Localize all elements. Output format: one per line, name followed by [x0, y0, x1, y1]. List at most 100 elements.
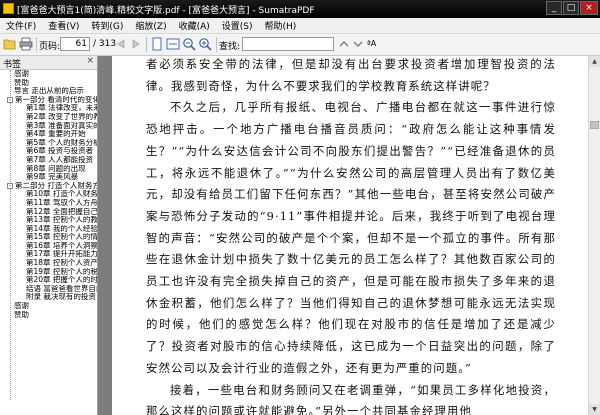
- document-view[interactable]: 者必须系安全带的法律，但是却没有出台要求投资者增加理智投资的法律。我感到奇怪，为…: [98, 56, 600, 415]
- close-button[interactable]: ×: [580, 1, 598, 15]
- bookmark-label: 第17章 提升开拓能力: [26, 250, 97, 259]
- bookmark-label: 第13章 控制个人的教育: [26, 216, 97, 225]
- bookmark-label: 第6章 投资与投资者: [26, 147, 94, 156]
- bookmark-label: 第15章 控制个人的情感: [26, 233, 97, 242]
- bookmark-label: 赞助: [14, 310, 29, 319]
- page-text: 者必须系安全带的法律，但是却没有出台要求投资者增加理智投资的法律。我感到奇怪，为…: [146, 56, 556, 415]
- minimize-button[interactable]: _: [546, 1, 562, 15]
- sidebar-title: 书签: [3, 60, 22, 70]
- bookmark-item[interactable]: 第9章 完美风暴: [0, 173, 97, 182]
- scroll-up-arrow-icon[interactable]: ▲: [589, 56, 600, 67]
- bookmark-label: 第二部分 打造个人财务方舟: [15, 181, 97, 190]
- print-icon[interactable]: [19, 37, 33, 51]
- vertical-scrollbar[interactable]: ▲ ▼: [588, 56, 600, 415]
- bookmark-item[interactable]: 感谢: [0, 302, 97, 311]
- bookmark-label: 第18章 控制个人资产: [26, 259, 97, 268]
- bookmark-item[interactable]: 结语 富爸爸看世界自由: [0, 285, 97, 294]
- bookmark-label: 第19章 控制个人的税务: [26, 267, 97, 276]
- bookmark-item[interactable]: 第13章 控制个人的教育: [0, 216, 97, 225]
- bookmark-item[interactable]: 第1章 法律改变，未来亦会改变: [0, 104, 97, 113]
- bookmark-label: 第3章 准备面对真实的退休生活: [26, 121, 97, 130]
- bookmark-label: 第11章 驾驭个人方舟: [26, 198, 97, 207]
- bookmark-item[interactable]: 导言 走出从前的启示: [0, 87, 97, 96]
- menu-favorites[interactable]: 收藏(A): [173, 19, 216, 32]
- bookmark-item[interactable]: 附录 裁决现有的投资: [0, 293, 97, 302]
- bookmark-item[interactable]: 赞助: [0, 79, 97, 88]
- bookmark-item[interactable]: 第2章 改变了世界的养老金计划: [0, 113, 97, 122]
- bookmark-item[interactable]: 第8章 问题的出现: [0, 165, 97, 174]
- bookmark-item[interactable]: 第6章 投资与投资者: [0, 147, 97, 156]
- fit-width-icon[interactable]: [166, 37, 180, 51]
- bookmark-label: 第8章 问题的出现: [26, 164, 86, 173]
- bookmark-label: 第12章 全面把握自己的未来: [26, 207, 97, 216]
- find-next-icon[interactable]: [351, 37, 365, 51]
- bookmark-item[interactable]: 第12章 全面把握自己的未来: [0, 208, 97, 217]
- page-label: 页码:: [39, 42, 61, 52]
- paragraph: 不久之后，几乎所有报纸、电视台、广播电台都在就这一事件进行惊恐地抨击。一个地方广…: [146, 100, 556, 375]
- bookmark-item[interactable]: 第4章 重要的开始: [0, 130, 97, 139]
- menu-zoom[interactable]: 缩放(Z): [129, 19, 172, 32]
- page-total: / 313: [93, 39, 117, 49]
- bookmark-item[interactable]: 第18章 控制个人资产: [0, 259, 97, 268]
- collapse-toggle-icon[interactable]: -: [7, 96, 13, 103]
- previous-page-icon[interactable]: [114, 37, 128, 51]
- bookmark-item[interactable]: 第17章 提升开拓能力: [0, 250, 97, 259]
- bookmark-item[interactable]: -第二部分 打造个人财务方舟: [0, 182, 97, 191]
- bookmark-item[interactable]: 第11章 驾驭个人方舟: [0, 199, 97, 208]
- menu-goto[interactable]: 转到(G): [85, 19, 129, 32]
- search-label: 查找:: [219, 42, 241, 52]
- bookmark-label: 第4章 重要的开始: [26, 130, 86, 139]
- fit-page-icon[interactable]: [150, 37, 164, 51]
- bookmark-item[interactable]: 第15章 控制个人的情感: [0, 233, 97, 242]
- bookmark-label: 第10章 打造个人财务方舟: [26, 190, 97, 199]
- bookmark-label: 感谢: [14, 302, 29, 311]
- page-number-input[interactable]: [60, 37, 90, 51]
- toolbar: 页码: / 313 查找: ªA: [0, 34, 600, 56]
- bookmarks-sidebar: 书签 × 感谢 赞助 导言 走出从前的启示 - 第一部分 看清时代的变化 第1章 法律改变…: [0, 56, 98, 415]
- bookmark-label: 第9章 完美风暴: [26, 173, 79, 182]
- scroll-thumb[interactable]: [590, 121, 599, 129]
- open-folder-icon[interactable]: [3, 37, 17, 51]
- zoom-in-icon[interactable]: [198, 37, 212, 51]
- bookmark-item[interactable]: 第19章 控制个人的税务: [0, 268, 97, 277]
- bookmark-item[interactable]: 赞助: [0, 311, 97, 320]
- menu-help[interactable]: 帮助(H): [259, 19, 303, 32]
- paragraph: 接着，一些电台和财务顾问又在老调重弹，“如果员工多样化地投资，那么这样的问题或许…: [146, 382, 556, 415]
- bookmark-item[interactable]: 第7章 人人都能投资: [0, 156, 97, 165]
- bookmark-label: 第14章 我的个人经验: [26, 224, 97, 233]
- bookmark-item[interactable]: 第10章 打造个人财务方舟: [0, 190, 97, 199]
- bookmark-item[interactable]: 第20章 把握个人的时间: [0, 276, 97, 285]
- match-case-icon[interactable]: ªA: [367, 39, 376, 48]
- menu-view[interactable]: 查看(V): [42, 19, 85, 32]
- bookmark-label: 附录 裁决现有的投资: [26, 293, 96, 302]
- bookmark-item[interactable]: 第14章 我的个人经验: [0, 225, 97, 234]
- bookmark-item[interactable]: 第16章 培养个人洞察力: [0, 242, 97, 251]
- paragraph: 者必须系安全带的法律，但是却没有出台要求投资者增加理智投资的法律。我感到奇怪，为…: [146, 57, 556, 93]
- bookmark-label: 第2章 改变了世界的养老金计划: [26, 112, 97, 121]
- bookmark-label: 第1章 法律改变，未来亦会改变: [26, 104, 97, 113]
- bookmark-item[interactable]: 第3章 准备面对真实的退休生活: [0, 122, 97, 131]
- scroll-down-arrow-icon[interactable]: ▼: [589, 404, 600, 415]
- zoom-out-icon[interactable]: [182, 37, 196, 51]
- bookmark-label: 导言 走出从前的启示: [14, 87, 84, 96]
- menu-settings[interactable]: 设置(S): [216, 19, 259, 32]
- bookmark-label: 结语 富爸爸看世界自由: [26, 284, 97, 293]
- find-previous-icon[interactable]: [337, 37, 351, 51]
- sidebar-close-icon[interactable]: ×: [86, 56, 94, 66]
- maximize-button[interactable]: □: [563, 1, 579, 15]
- pdf-page: 者必须系安全带的法律，但是却没有出台要求投资者增加理智投资的法律。我感到奇怪，为…: [112, 56, 592, 415]
- bookmark-label: 第16章 培养个人洞察力: [26, 241, 97, 250]
- bookmark-label: 第7章 人人都能投资: [26, 155, 94, 164]
- window-title: [富爸爸大预言1(简)清峰.精校文字版.pdf - [富爸爸大预言] - Sum…: [17, 6, 315, 16]
- search-input[interactable]: [242, 37, 334, 51]
- bookmark-label: 赞助: [14, 78, 29, 87]
- bookmark-item[interactable]: 感谢: [0, 70, 97, 79]
- menu-file[interactable]: 文件(F): [0, 19, 42, 32]
- bookmark-label: 第一部分 看清时代的变化: [15, 95, 97, 104]
- bookmark-item[interactable]: 第5章 个人的财务分析: [0, 139, 97, 148]
- bookmark-item[interactable]: - 第一部分 看清时代的变化: [0, 96, 97, 105]
- next-page-icon[interactable]: [129, 37, 143, 51]
- collapse-toggle-icon[interactable]: -: [7, 182, 13, 189]
- title-bar: [富爸爸大预言1(简)清峰.精校文字版.pdf - [富爸爸大预言] - Sum…: [0, 0, 600, 18]
- menu-bar: 文件(F) 查看(V) 转到(G) 缩放(Z) 收藏(A) 设置(S) 帮助(H…: [0, 18, 600, 34]
